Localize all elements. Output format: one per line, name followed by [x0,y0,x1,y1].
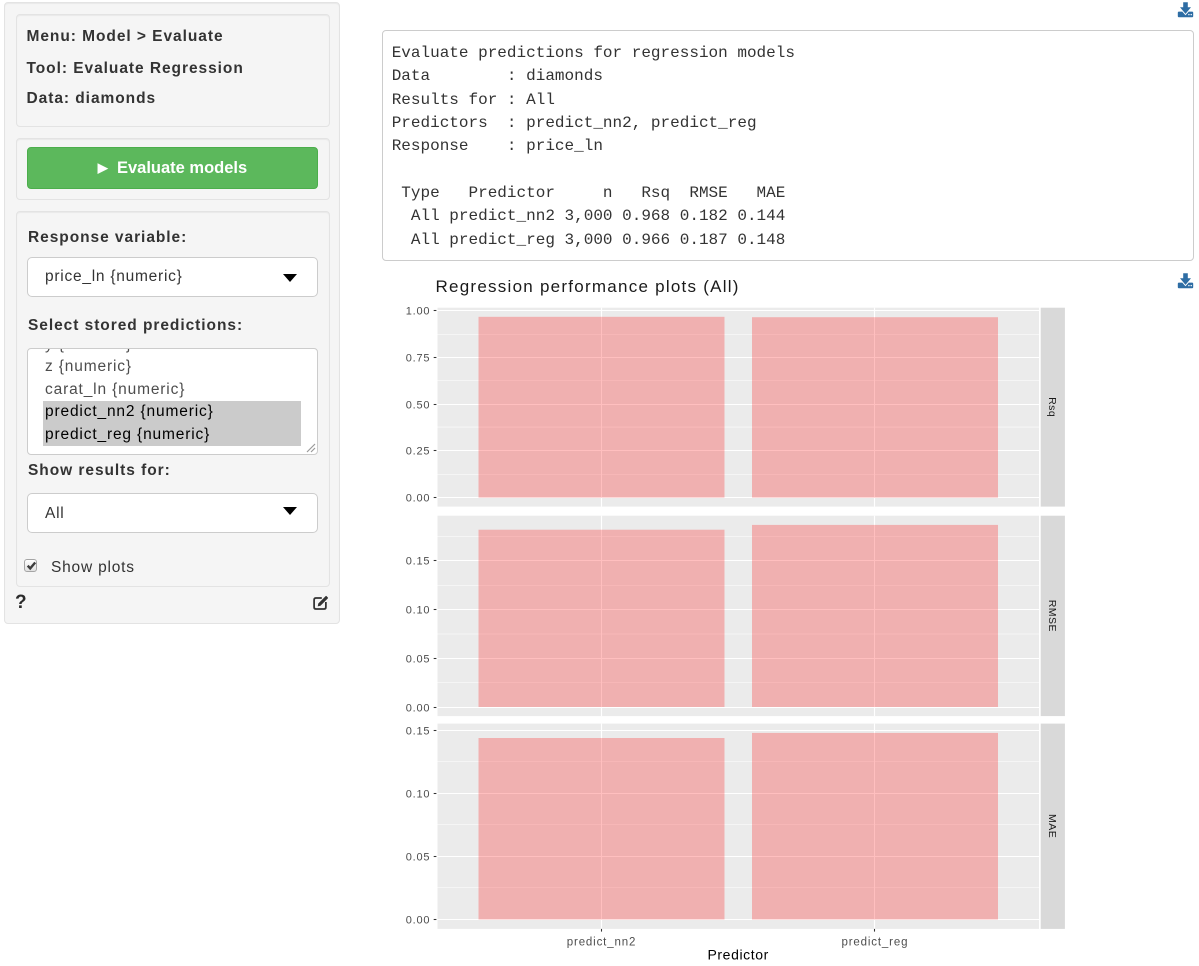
svg-text:Predictor: Predictor [707,947,768,963]
svg-text:0.15: 0.15 [406,726,431,738]
svg-text:0.10: 0.10 [406,789,431,801]
svg-text:Regression performance plots (: Regression performance plots (All) [436,277,740,296]
svg-text:0.10: 0.10 [406,605,431,617]
svg-text:0.00: 0.00 [406,493,431,505]
svg-text:0.05: 0.05 [406,852,431,864]
svg-text:predict_nn2: predict_nn2 [567,937,636,949]
svg-text:0.50: 0.50 [406,400,431,412]
svg-text:MAE: MAE [1046,814,1058,838]
svg-text:0.75: 0.75 [406,353,431,365]
svg-text:predict_reg: predict_reg [841,937,908,949]
svg-text:0.05: 0.05 [406,654,431,666]
svg-text:1.00: 1.00 [406,306,431,318]
svg-text:RMSE: RMSE [1046,600,1058,632]
svg-text:Rsq: Rsq [1046,397,1058,417]
svg-text:0.00: 0.00 [406,703,431,715]
svg-text:0.00: 0.00 [406,915,431,927]
svg-text:0.15: 0.15 [406,556,431,568]
svg-text:0.25: 0.25 [406,446,431,458]
